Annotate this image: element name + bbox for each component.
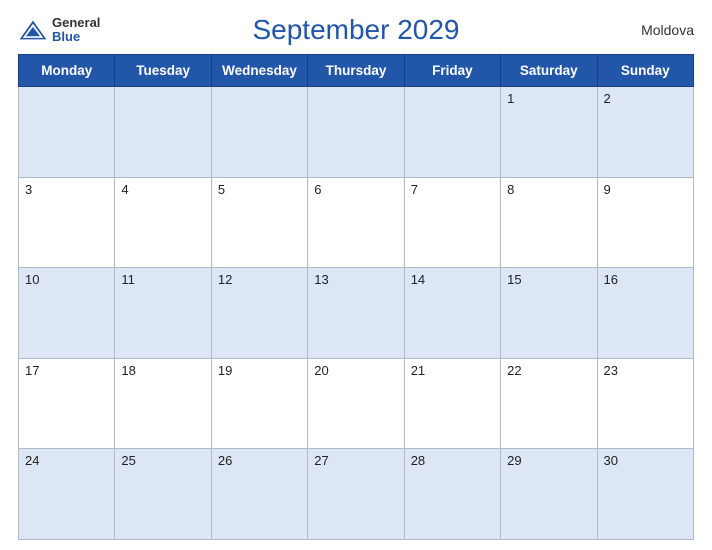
calendar-week-row: 10 11 12 13 14 15 16 xyxy=(19,268,694,359)
weekday-friday: Friday xyxy=(404,55,500,87)
weekday-monday: Monday xyxy=(19,55,115,87)
calendar-cell: 5 xyxy=(211,177,307,268)
calendar-week-row: 17 18 19 20 21 22 23 xyxy=(19,358,694,449)
day-number: 3 xyxy=(25,182,108,197)
day-number: 11 xyxy=(121,272,204,287)
calendar-cell xyxy=(404,87,500,178)
logo-area: General Blue xyxy=(18,16,108,45)
calendar-cell: 9 xyxy=(597,177,693,268)
calendar-cell: 13 xyxy=(308,268,404,359)
day-number: 30 xyxy=(604,453,687,468)
calendar-cell: 25 xyxy=(115,449,211,540)
weekday-saturday: Saturday xyxy=(501,55,597,87)
calendar-cell: 1 xyxy=(501,87,597,178)
calendar-cell xyxy=(308,87,404,178)
day-number: 6 xyxy=(314,182,397,197)
calendar-cell xyxy=(115,87,211,178)
calendar-cell: 12 xyxy=(211,268,307,359)
calendar-cell: 20 xyxy=(308,358,404,449)
day-number: 12 xyxy=(218,272,301,287)
calendar-cell: 16 xyxy=(597,268,693,359)
day-number: 29 xyxy=(507,453,590,468)
country-label: Moldova xyxy=(604,22,694,38)
calendar-cell: 28 xyxy=(404,449,500,540)
calendar-cell xyxy=(211,87,307,178)
day-number: 5 xyxy=(218,182,301,197)
weekday-sunday: Sunday xyxy=(597,55,693,87)
calendar-cell: 4 xyxy=(115,177,211,268)
day-number: 19 xyxy=(218,363,301,378)
calendar-cell: 14 xyxy=(404,268,500,359)
weekday-header-row: MondayTuesdayWednesdayThursdayFridaySatu… xyxy=(19,55,694,87)
day-number: 4 xyxy=(121,182,204,197)
calendar-cell: 2 xyxy=(597,87,693,178)
calendar-cell: 26 xyxy=(211,449,307,540)
calendar-cell: 19 xyxy=(211,358,307,449)
day-number: 24 xyxy=(25,453,108,468)
day-number: 1 xyxy=(507,91,590,106)
day-number: 22 xyxy=(507,363,590,378)
day-number: 20 xyxy=(314,363,397,378)
day-number: 8 xyxy=(507,182,590,197)
day-number: 2 xyxy=(604,91,687,106)
calendar-cell: 22 xyxy=(501,358,597,449)
day-number: 27 xyxy=(314,453,397,468)
calendar-cell: 7 xyxy=(404,177,500,268)
calendar-week-row: 3456789 xyxy=(19,177,694,268)
day-number: 21 xyxy=(411,363,494,378)
logo-general-text: General xyxy=(52,16,100,30)
day-number: 13 xyxy=(314,272,397,287)
day-number: 18 xyxy=(121,363,204,378)
calendar-table: MondayTuesdayWednesdayThursdayFridaySatu… xyxy=(18,54,694,540)
day-number: 23 xyxy=(604,363,687,378)
calendar-cell: 29 xyxy=(501,449,597,540)
calendar-cell: 30 xyxy=(597,449,693,540)
day-number: 16 xyxy=(604,272,687,287)
calendar-cell: 24 xyxy=(19,449,115,540)
calendar-cell xyxy=(19,87,115,178)
calendar-cell: 10 xyxy=(19,268,115,359)
day-number: 26 xyxy=(218,453,301,468)
calendar-cell: 6 xyxy=(308,177,404,268)
calendar-week-row: 12 xyxy=(19,87,694,178)
day-number: 15 xyxy=(507,272,590,287)
calendar-cell: 8 xyxy=(501,177,597,268)
calendar-cell: 23 xyxy=(597,358,693,449)
day-number: 7 xyxy=(411,182,494,197)
generalblue-logo-icon xyxy=(18,19,48,41)
day-number: 10 xyxy=(25,272,108,287)
day-number: 9 xyxy=(604,182,687,197)
calendar-cell: 11 xyxy=(115,268,211,359)
calendar-title: September 2029 xyxy=(108,14,604,46)
weekday-tuesday: Tuesday xyxy=(115,55,211,87)
day-number: 17 xyxy=(25,363,108,378)
day-number: 28 xyxy=(411,453,494,468)
calendar-cell: 17 xyxy=(19,358,115,449)
calendar-week-row: 24 25 26 27 28 29 30 xyxy=(19,449,694,540)
day-number: 25 xyxy=(121,453,204,468)
calendar-cell: 27 xyxy=(308,449,404,540)
calendar-cell: 15 xyxy=(501,268,597,359)
day-number: 14 xyxy=(411,272,494,287)
calendar-cell: 21 xyxy=(404,358,500,449)
weekday-thursday: Thursday xyxy=(308,55,404,87)
weekday-wednesday: Wednesday xyxy=(211,55,307,87)
calendar-header: General Blue September 2029 Moldova xyxy=(18,10,694,50)
calendar-cell: 18 xyxy=(115,358,211,449)
logo-blue-text: Blue xyxy=(52,30,100,44)
calendar-cell: 3 xyxy=(19,177,115,268)
